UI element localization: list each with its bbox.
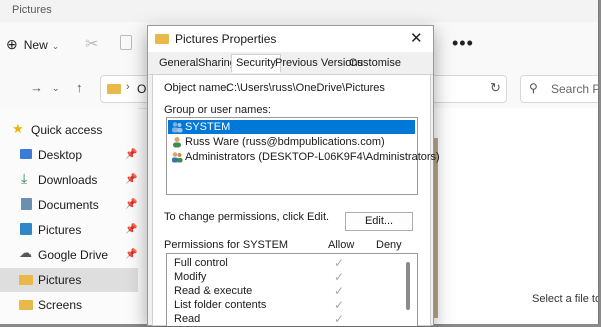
forward-arrow-icon[interactable]: → <box>30 80 43 95</box>
sidebar-item-label: Desktop <box>38 148 83 162</box>
sidebar-item-documents[interactable]: Documents 📌 <box>0 193 138 217</box>
table-row: Full control ✓ <box>174 256 404 271</box>
list-item[interactable]: Russ Ware (russ@bdmpublications.com) <box>168 135 415 149</box>
tab-customise[interactable]: Customise <box>349 57 401 69</box>
check-icon: ✓ <box>334 298 345 312</box>
sidebar-item-label: Pictures <box>38 223 82 237</box>
cut-icon[interactable]: ✂ <box>85 34 98 54</box>
file-pane: Select a file to p <box>430 108 598 324</box>
deny-header: Deny <box>376 239 402 251</box>
download-icon: ⤓ <box>21 170 28 186</box>
sidebar-item-pictures[interactable]: Pictures 📌 <box>0 218 138 242</box>
users-group-icon <box>172 152 183 163</box>
pictures-icon <box>20 223 32 235</box>
table-row: Modify ✓ <box>174 270 404 285</box>
new-button[interactable]: ⊕ New ⌄ <box>6 36 59 53</box>
user-label: Russ Ware (russ@bdmpublications.com) <box>185 136 385 148</box>
permission-label: Modify <box>174 271 207 283</box>
explorer-titlebar: Pictures <box>0 0 598 22</box>
up-arrow-icon[interactable]: ↑ <box>76 80 83 95</box>
user-icon <box>173 137 181 148</box>
copy-icon[interactable] <box>120 35 132 50</box>
chevron-down-icon: ⌄ <box>51 41 60 51</box>
desktop-icon <box>20 149 32 159</box>
users-group-icon <box>172 122 183 133</box>
properties-dialog: Pictures Properties ✕ General Sharing Se… <box>147 25 440 326</box>
dialog-titlebar[interactable]: Pictures Properties ✕ <box>148 26 433 52</box>
sidebar-item-label: Documents <box>38 198 99 212</box>
sidebar-item-label: Google Drive <box>38 248 109 262</box>
preview-hint: Select a file to p <box>532 293 598 305</box>
explorer-title: Pictures <box>12 4 52 16</box>
pin-icon[interactable]: 📌 <box>125 249 137 260</box>
table-row: Read & execute ✓ <box>174 284 404 299</box>
object-name-label: Object name: <box>164 82 230 94</box>
sidebar-item-label: Screens <box>38 298 83 312</box>
allow-header: Allow <box>328 239 355 251</box>
user-list: SYSTEM Russ Ware (russ@bdmpublications.c… <box>166 117 440 195</box>
dialog-title: Pictures Properties <box>175 32 277 46</box>
folder-icon <box>19 300 33 310</box>
check-icon: ✓ <box>334 270 345 284</box>
scrollbar[interactable] <box>406 262 410 310</box>
security-panel: Object name: C:\Users\russ\OneDrive\Pict… <box>152 75 440 326</box>
history-chevron-icon[interactable]: ⌄ <box>52 83 60 94</box>
cloud-icon: ☁ <box>19 245 32 260</box>
pin-icon[interactable]: 📌 <box>125 149 137 160</box>
refresh-icon[interactable]: ↻ <box>490 80 501 96</box>
sidebar-item-label: Quick access <box>31 123 103 137</box>
pin-icon[interactable]: 📌 <box>125 224 137 235</box>
tab-bar: General Sharing Security Previous Versio… <box>148 54 433 75</box>
sidebar-item-quick-access[interactable]: ★ Quick access <box>0 118 138 142</box>
permissions-table: Full control ✓ Modify ✓ Read & execute ✓… <box>166 253 418 326</box>
list-item[interactable]: Administrators (DESKTOP-L06K9F4\Administ… <box>168 150 440 164</box>
permissions-for-label: Permissions for SYSTEM <box>164 239 289 251</box>
user-label: SYSTEM <box>185 121 231 133</box>
more-options-icon[interactable]: ••• <box>452 33 474 54</box>
sidebar-item-label: Downloads <box>38 173 98 187</box>
new-label: New <box>23 38 48 52</box>
pin-icon[interactable]: 📌 <box>125 174 137 185</box>
table-row: List folder contents ✓ <box>174 298 404 313</box>
permission-label: List folder contents <box>174 299 267 311</box>
sidebar-item-google-drive[interactable]: ☁ Google Drive 📌 <box>0 243 138 267</box>
pin-icon[interactable]: 📌 <box>125 199 137 210</box>
edit-button[interactable]: Edit... <box>345 212 413 231</box>
close-icon[interactable]: ✕ <box>410 29 423 47</box>
sidebar-item-pictures-folder[interactable]: Pictures <box>0 268 138 292</box>
sidebar-item-desktop[interactable]: Desktop 📌 <box>0 143 138 167</box>
search-input[interactable]: ⚲ Search Pic <box>520 75 598 103</box>
star-icon: ★ <box>12 121 24 136</box>
folder-icon <box>107 84 121 94</box>
group-label: Group or user names: <box>164 104 271 116</box>
chevron-right-icon: › <box>126 81 130 93</box>
tab-security[interactable]: Security <box>231 54 281 73</box>
permission-label: Read & execute <box>174 285 253 297</box>
sidebar-item-label: Pictures <box>38 273 82 287</box>
check-icon: ✓ <box>334 256 345 270</box>
change-permissions-text: To change permissions, click Edit. <box>164 211 330 223</box>
navigation-pane: ★ Quick access Desktop 📌 ⤓ Downloads 📌 D… <box>0 108 138 324</box>
permission-label: Read <box>174 313 201 325</box>
sidebar-item-downloads[interactable]: ⤓ Downloads 📌 <box>0 168 138 192</box>
documents-icon <box>21 198 32 210</box>
object-name-value: C:\Users\russ\OneDrive\Pictures <box>226 82 385 94</box>
permission-label: Full control <box>174 257 228 269</box>
list-item[interactable]: SYSTEM <box>168 120 415 134</box>
check-icon: ✓ <box>334 284 345 298</box>
folder-icon <box>19 275 33 285</box>
tab-general[interactable]: General <box>159 57 198 69</box>
search-icon: ⚲ <box>529 81 538 95</box>
plus-icon: ⊕ <box>6 36 18 52</box>
sidebar-item-screens[interactable]: Screens <box>0 293 138 317</box>
folder-icon <box>155 34 169 44</box>
user-label: Administrators (DESKTOP-L06K9F4\Administ… <box>185 151 440 163</box>
search-placeholder: Search Pic <box>551 82 598 96</box>
table-row: Read ✓ <box>174 312 404 327</box>
